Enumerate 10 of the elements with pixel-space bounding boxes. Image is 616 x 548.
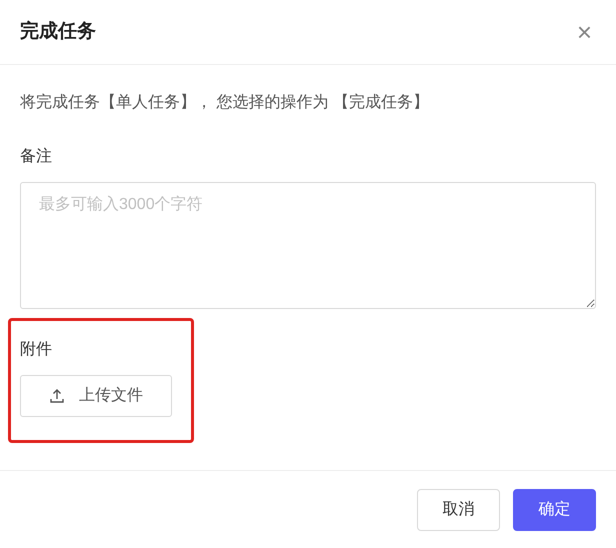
dialog-title: 完成任务	[20, 20, 96, 44]
attachment-label: 附件	[20, 340, 52, 360]
confirm-button[interactable]: 确定	[513, 489, 596, 531]
cancel-button[interactable]: 取消	[417, 489, 500, 531]
close-button[interactable]: ×	[576, 19, 592, 45]
upload-icon	[49, 388, 65, 404]
confirmation-message: 将完成任务【单人任务】， 您选择的操作为 【完成任务】	[20, 92, 430, 113]
remark-label: 备注	[20, 146, 53, 167]
upload-button[interactable]: 上传文件	[20, 375, 172, 417]
remark-field[interactable]: 最多可输入3000个字符	[20, 182, 596, 309]
